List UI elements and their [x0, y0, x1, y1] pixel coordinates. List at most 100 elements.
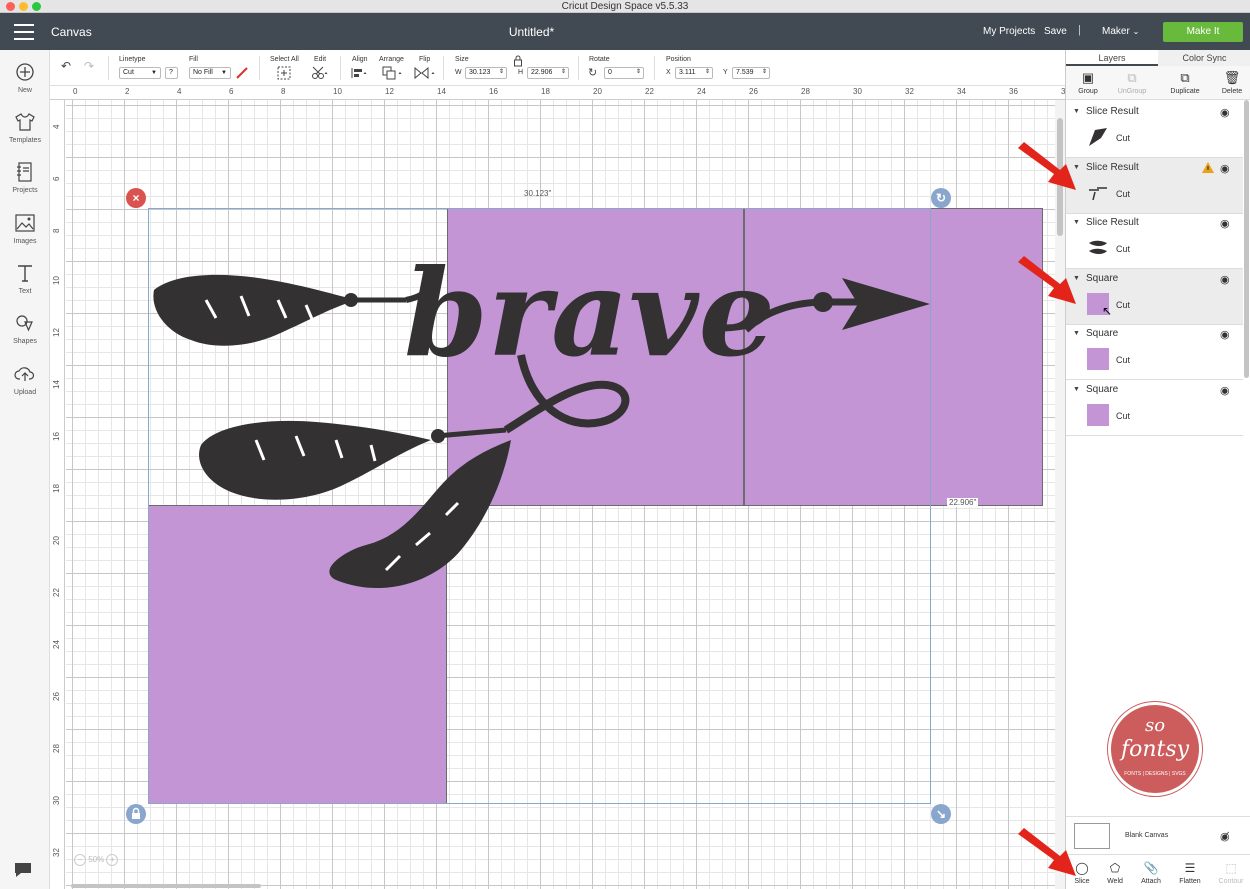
make-it-button[interactable]: Make It — [1163, 22, 1243, 42]
sidebar-item-text[interactable]: Text — [0, 263, 50, 295]
layer-row[interactable]: ▼ Square ◉ Cut — [1066, 268, 1243, 325]
sidebar-item-projects[interactable]: Projects — [0, 162, 50, 194]
my-projects-link[interactable]: My Projects — [983, 26, 1035, 37]
eye-icon[interactable]: ◉ — [1220, 162, 1230, 175]
eye-icon[interactable]: ◉ — [1220, 384, 1230, 397]
weld-button[interactable]: ⬠ Weld — [1095, 858, 1135, 885]
delete-button[interactable]: 🗑 Delete — [1210, 68, 1250, 95]
group-icon: ▣ — [1081, 70, 1095, 85]
stepper-icon[interactable]: ⇕ — [499, 67, 504, 77]
ruler-tick-label: 22 — [645, 87, 654, 96]
ruler-tick-label: 4 — [177, 87, 182, 96]
edit-scissors-icon[interactable] — [311, 66, 329, 80]
x-label: X — [666, 69, 671, 76]
stepper-icon[interactable]: ⇕ — [762, 67, 767, 77]
warning-icon[interactable] — [1202, 161, 1214, 173]
zoom-out-icon[interactable]: − — [74, 854, 86, 866]
ruler-tick-label: 12 — [385, 87, 394, 96]
tab-color-sync[interactable]: Color Sync — [1158, 50, 1250, 66]
flatten-icon: ☰ — [1184, 861, 1196, 875]
blank-canvas-row[interactable]: Blank Canvas ◉̸ — [1066, 816, 1250, 854]
layer-name: Square — [1086, 383, 1119, 395]
resize-handle-icon[interactable]: ↘ — [931, 804, 951, 824]
layers-scrollbar[interactable] — [1243, 100, 1250, 800]
select-all-icon[interactable] — [277, 66, 291, 80]
caret-down-icon[interactable]: ▼ — [1073, 219, 1080, 226]
eye-icon[interactable]: ◉ — [1220, 273, 1230, 286]
ruler-tick-label: 14 — [437, 87, 446, 96]
canvas-horizontal-scrollbar[interactable] — [66, 883, 1055, 889]
redo-icon[interactable]: ↷ — [84, 60, 94, 72]
ungroup-button[interactable]: ⧉ UnGroup — [1110, 68, 1154, 95]
layer-row[interactable]: ▼ Square ◉ Cut — [1066, 380, 1243, 436]
height-value: 22.906 — [531, 69, 553, 76]
vertical-ruler: 4 6 8 10 12 14 16 18 20 22 24 26 28 30 32 — [50, 100, 65, 889]
position-y-value: 7.539 — [736, 69, 754, 76]
brave-arrow-artwork[interactable]: brave — [66, 100, 1055, 889]
flip-icon[interactable] — [414, 66, 436, 80]
sidebar-item-upload[interactable]: Upload — [0, 364, 50, 396]
layer-row[interactable]: ▼ Square ◉ Cut — [1066, 324, 1243, 380]
position-y-input[interactable]: 7.539 ⇕ — [732, 67, 770, 79]
height-input[interactable]: 22.906 ⇕ — [527, 67, 569, 79]
duplicate-button[interactable]: ⧉ Duplicate — [1163, 68, 1207, 95]
lock-handle-icon[interactable] — [126, 804, 146, 824]
eye-icon[interactable]: ◉ — [1220, 328, 1230, 341]
sidebar-item-images[interactable]: Images — [0, 213, 50, 245]
caret-down-icon[interactable]: ▼ — [1073, 386, 1080, 393]
attach-button[interactable]: 📎 Attach — [1131, 858, 1171, 885]
watermark-line1: so — [1144, 715, 1166, 736]
align-icon[interactable] — [350, 66, 370, 80]
rotate-handle-icon[interactable]: ↻ — [931, 188, 951, 208]
sidebar-item-new[interactable]: New — [0, 62, 50, 94]
stepper-icon[interactable]: ⇕ — [636, 67, 641, 77]
sidebar-item-label: New — [17, 87, 32, 94]
layer-tools: ▣ Group ⧉ UnGroup ⧉ Duplicate 🗑 Delete — [1066, 66, 1250, 100]
contour-label: Contour — [1218, 878, 1244, 885]
width-input[interactable]: 30.123 ⇕ — [465, 67, 507, 79]
arrange-icon[interactable] — [382, 66, 404, 80]
tab-layers[interactable]: Layers — [1066, 50, 1158, 66]
duplicate-icon: ⧉ — [1180, 70, 1190, 85]
position-x-input[interactable]: 3.111 ⇕ — [675, 67, 713, 79]
stepper-icon[interactable]: ⇕ — [561, 67, 566, 77]
arrange-label: Arrange — [379, 56, 404, 63]
edit-toolbar: ↶ ↷ Linetype Cut ▼ ? Fill No Fill ▼ Select… — [50, 50, 1065, 86]
linetype-help-button[interactable]: ? — [165, 67, 178, 79]
group-button[interactable]: ▣ Group — [1066, 68, 1110, 95]
watermark-line3: FONTS | DESIGNS | SVGS — [1124, 771, 1186, 777]
layer-row[interactable]: ▼ Slice Result ◉ Cut — [1066, 102, 1243, 158]
caret-down-icon[interactable]: ▼ — [1073, 108, 1080, 115]
contour-button[interactable]: ⬚ Contour — [1211, 858, 1250, 885]
eye-icon[interactable]: ◉ — [1220, 106, 1230, 119]
undo-icon[interactable]: ↶ — [61, 60, 71, 72]
layer-operation: Cut — [1116, 188, 1131, 199]
layer-row[interactable]: ▼ Slice Result ◉ Cut — [1066, 157, 1243, 214]
save-link[interactable]: Save — [1044, 26, 1067, 37]
caret-down-icon[interactable]: ▼ — [1073, 330, 1080, 337]
canvas-vertical-scrollbar[interactable] — [1055, 100, 1065, 889]
paperclip-icon: 📎 — [1143, 861, 1159, 875]
eye-icon[interactable]: ◉ — [1220, 217, 1230, 230]
zoom-control[interactable]: − 50% + — [74, 854, 119, 866]
sidebar-item-templates[interactable]: Templates — [0, 112, 50, 144]
rotate-input[interactable]: 0 ⇕ — [604, 67, 644, 79]
layer-row[interactable]: ▼ Slice Result ◉ Cut — [1066, 213, 1243, 269]
lock-icon[interactable] — [513, 55, 523, 67]
sidebar-item-shapes[interactable]: Shapes — [0, 313, 50, 345]
stepper-icon[interactable]: ⇕ — [705, 67, 710, 77]
red-arrow-annotation — [1018, 256, 1076, 304]
machine-select[interactable]: Maker ⌄ — [1102, 26, 1139, 37]
ruler-tick-label: 22 — [52, 588, 61, 597]
linetype-select[interactable]: Cut ▼ — [119, 67, 161, 79]
design-canvas[interactable]: 30.123" 22.906" brave × ↻ ↘ − 50% + — [66, 100, 1055, 889]
chat-bubble-icon[interactable] — [12, 860, 34, 883]
zoom-in-icon[interactable]: + — [106, 854, 119, 866]
delete-handle-icon[interactable]: × — [126, 188, 146, 208]
fill-select[interactable]: No Fill ▼ — [189, 67, 231, 79]
position-x-value: 3.111 — [679, 69, 696, 76]
eye-hidden-icon[interactable]: ◉̸ — [1220, 830, 1230, 843]
ruler-tick-label: 10 — [52, 276, 61, 285]
fill-color-swatch-icon[interactable] — [235, 66, 249, 80]
flatten-button[interactable]: ☰ Flatten — [1170, 858, 1210, 885]
